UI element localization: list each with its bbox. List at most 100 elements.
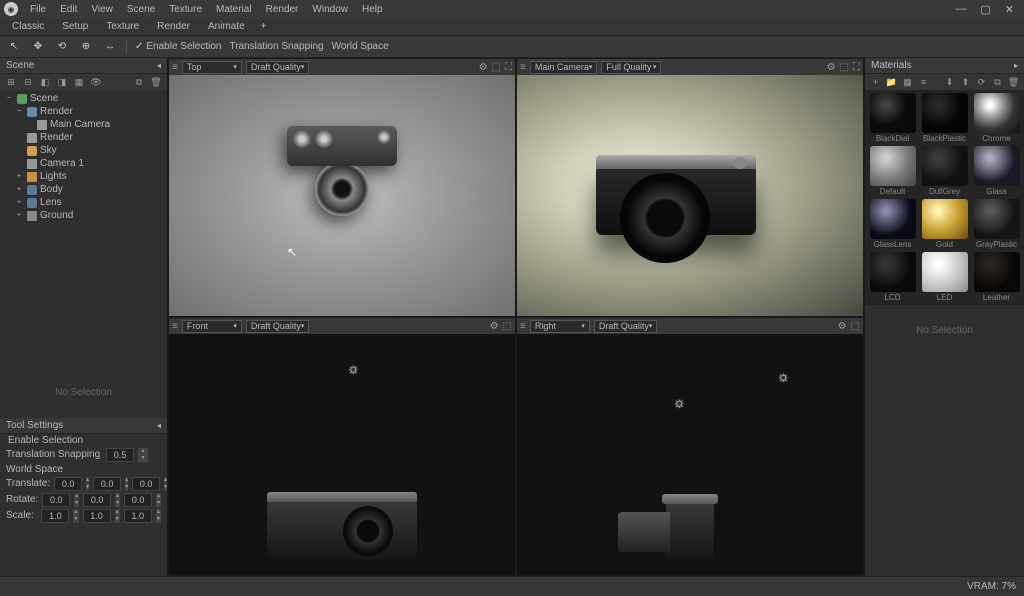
spinner[interactable] [115,509,120,523]
translate-input[interactable] [93,477,121,491]
view-select[interactable]: Front [182,320,242,333]
vp-gear-icon[interactable]: ⚙ [838,321,847,332]
material-gold[interactable]: Gold [919,198,970,250]
tree-toggle-icon[interactable]: − [14,108,24,115]
translate-input[interactable] [54,477,82,491]
tab-texture[interactable]: Texture [98,21,147,32]
tree-toggle-icon[interactable]: − [4,95,14,102]
select-tool-icon[interactable]: ↖ [6,39,22,55]
quality-select[interactable]: Draft Quality [594,320,658,333]
scene-trash-icon[interactable]: 🗑 [149,76,163,88]
mat-folder-icon[interactable]: 📁 [885,76,898,88]
tree-item-scene[interactable]: −Scene [0,92,167,105]
materials-panel-title[interactable]: Materials ▸ [865,58,1024,74]
collapse-icon[interactable]: ▸ [1014,61,1018,70]
material-grayplastic[interactable]: GrayPlastic [971,198,1022,250]
mat-list-icon[interactable]: ≡ [917,76,930,88]
minimize-icon[interactable]: — [955,3,966,16]
world-space-option[interactable]: World Space [332,41,389,52]
tree-item-lights[interactable]: +Lights [0,170,167,183]
viewport-canvas[interactable] [517,75,863,316]
scene-filter-icon[interactable]: ▦ [72,76,86,88]
vp-expand-icon[interactable]: ⬚ [503,321,512,332]
menu-material[interactable]: Material [210,4,258,15]
globe-tool-icon[interactable]: ⊕ [78,39,94,55]
scale-input[interactable] [83,509,111,523]
quality-select[interactable]: Full Quality [601,61,661,74]
tree-item-render[interactable]: Render [0,131,167,144]
tool-settings-title[interactable]: Tool Settings ◂ [0,418,167,434]
tree-item-main-camera[interactable]: Main Camera [0,118,167,131]
collapse-icon[interactable]: ◂ [157,421,161,430]
material-default[interactable]: Default [867,145,918,197]
scale-input[interactable] [124,509,152,523]
viewport-canvas[interactable]: ☼ [169,334,515,575]
ts-translation-snapping[interactable]: Translation Snapping [6,449,102,460]
vp-menu-icon[interactable]: ≡ [172,62,178,73]
mat-dup-icon[interactable]: ⧉ [991,76,1004,88]
view-select[interactable]: Top [182,61,242,74]
material-glass[interactable]: Glass [971,145,1022,197]
mat-refresh-icon[interactable]: ⟳ [975,76,988,88]
rotate-input[interactable] [124,493,152,507]
light-icon[interactable]: ☼ [777,368,790,384]
spinner[interactable] [73,509,78,523]
viewport-right[interactable]: ≡ Right Draft Quality ⚙ ⬚ ☼ ☼ [517,318,863,575]
spinner[interactable] [74,493,79,507]
spinner[interactable] [156,509,161,523]
vp-expand-icon[interactable]: ⬚ [492,62,501,73]
menu-help[interactable]: Help [356,4,389,15]
vp-gear-icon[interactable]: ⚙ [479,62,488,73]
menu-scene[interactable]: Scene [121,4,161,15]
rotate-tool-icon[interactable]: ⟲ [54,39,70,55]
vp-expand-icon[interactable]: ⬚ [840,62,849,73]
material-lcd[interactable]: LCD [867,251,918,303]
maximize-icon[interactable]: ▢ [980,3,990,16]
translate-input[interactable] [132,477,160,491]
tab-animate[interactable]: Animate [200,21,253,32]
vp-menu-icon[interactable]: ≡ [172,321,178,332]
viewport-top[interactable]: ≡ Top Draft Quality ⚙ ⬚ ⛶ ↖ [169,59,515,316]
vp-gear-icon[interactable]: ⚙ [827,62,836,73]
add-tab-button[interactable]: + [255,21,273,32]
spinner[interactable] [115,493,120,507]
spinner[interactable] [125,477,128,491]
mat-up-icon[interactable]: ⬆ [959,76,972,88]
tree-item-ground[interactable]: +Ground [0,209,167,222]
viewport-main-camera[interactable]: ≡ Main Camera Full Quality ⚙ ⬚ ⛶ [517,59,863,316]
material-blackdial[interactable]: BlackDial [867,92,918,144]
scene-eye-icon[interactable]: 👁 [89,76,103,88]
tree-toggle-icon[interactable]: + [14,212,24,219]
snapping-value-input[interactable] [106,448,134,462]
menu-edit[interactable]: Edit [54,4,83,15]
tab-setup[interactable]: Setup [54,21,96,32]
view-select[interactable]: Main Camera [530,61,598,74]
vp-menu-icon[interactable]: ≡ [520,321,526,332]
ts-world-space[interactable]: World Space [6,464,63,475]
material-led[interactable]: LED [919,251,970,303]
quality-select[interactable]: Draft Quality [246,320,310,333]
menu-texture[interactable]: Texture [163,4,208,15]
scale-input[interactable] [41,509,69,523]
spinner[interactable] [164,477,167,491]
material-glasslens[interactable]: GlassLens [867,198,918,250]
scene-search-icon[interactable]: ◨ [55,76,69,88]
tab-classic[interactable]: Classic [4,21,52,32]
vp-menu-icon[interactable]: ≡ [520,62,526,73]
mat-grid-icon[interactable]: ▦ [901,76,914,88]
view-select[interactable]: Right [530,320,590,333]
vp-gear-icon[interactable]: ⚙ [490,321,499,332]
spinner[interactable] [86,477,89,491]
move-tool-icon[interactable]: ✥ [30,39,46,55]
vp-max-icon[interactable]: ⛶ [505,62,512,73]
scene-panel-title[interactable]: Scene ◂ [0,58,167,74]
menu-view[interactable]: View [85,4,119,15]
ts-enable-selection[interactable]: Enable Selection [6,435,83,446]
material-leather[interactable]: Leather [971,251,1022,303]
quality-select[interactable]: Draft Quality [246,61,310,74]
light-icon[interactable]: ☼ [673,394,686,410]
close-icon[interactable]: ✕ [1005,3,1014,16]
rotate-input[interactable] [83,493,111,507]
mat-download-icon[interactable]: ⬇ [943,76,956,88]
tree-toggle-icon[interactable]: + [14,199,24,206]
